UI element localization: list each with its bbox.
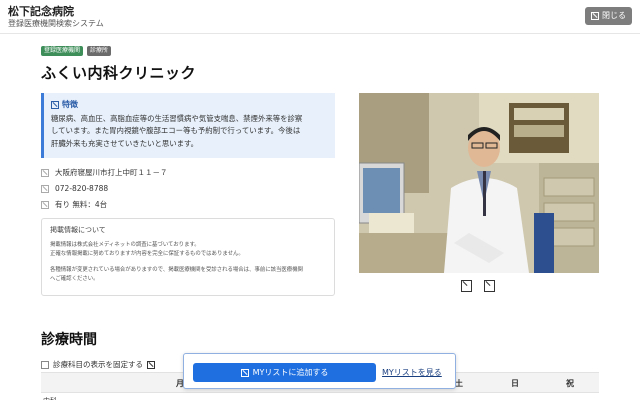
mylist-bar: MYリストに追加する MYリストを見る (183, 353, 456, 389)
notice-box: 掲載情報について 掲載情報は株式会社メディネットの調査に基づいております。 正確… (41, 218, 335, 296)
feature-box: 特徴 糖尿病、高血圧、高脂血症等の生活習慣病や気管支喘息、禁煙外来等を診察 して… (41, 93, 335, 158)
parking-icon (41, 200, 49, 209)
close-icon (591, 12, 599, 20)
system-name: 登録医療機関検索システム (8, 19, 104, 28)
photo-controls (461, 280, 495, 292)
add-icon (240, 368, 249, 377)
add-to-mylist-button[interactable]: MYリストに追加する (193, 363, 376, 382)
app-header: 松下記念病院 登録医療機関検索システム 閉じる (0, 0, 640, 34)
feature-line: 糖尿病、高血圧、高脂血症等の生活習慣病や気管支喘息、禁煙外来等を診察 (51, 114, 303, 123)
help-icon[interactable] (147, 360, 155, 369)
feature-icon (51, 100, 59, 109)
registered-badge: 登録医療機関 (41, 46, 84, 56)
close-label: 閉じる (602, 11, 626, 20)
feature-title: 特徴 (62, 100, 78, 109)
clinic-title: ふくい内科クリニック (41, 64, 197, 82)
clinic-type-badge: 診療所 (87, 46, 112, 56)
notice-line: へご確認ください。 (50, 275, 99, 282)
notice-line: 正確な情報掲載に努めておりますが内容を完全に保証するものではありません。 (50, 250, 244, 257)
address-row: 大阪府寝屋川市打上中町１１－７ (41, 167, 168, 178)
header-sun: 日 (511, 379, 519, 388)
notice-line: 各種情報が変更されている場合がありますので、掲載医療機関を受診される場合は、事前… (50, 267, 303, 273)
department-label: 内科 (43, 396, 57, 400)
header-sat: 土 (455, 379, 463, 388)
phone-icon (41, 184, 49, 193)
feature-line: 肝臓外来も充実させていきたいと思います。 (51, 138, 199, 148)
phone-text[interactable]: 072-820-8788 (55, 184, 108, 193)
badge-group: 登録医療機関 診療所 (41, 46, 112, 56)
address-text: 大阪府寝屋川市打上中町１１－７ (55, 168, 168, 177)
location-icon (41, 168, 49, 177)
next-photo-icon[interactable] (484, 280, 495, 292)
prev-photo-icon[interactable] (461, 280, 472, 292)
fix-columns-label: 診療科目の表示を固定する (53, 360, 143, 369)
view-mylist-link[interactable]: MYリストを見る (382, 367, 442, 378)
notice-line: 掲載情報は株式会社メディネットの調査に基づいております。 (50, 242, 200, 248)
hours-section-title: 診療時間 (41, 332, 97, 348)
hours-table-row: 内科 (41, 392, 599, 400)
feature-description: 糖尿病、高血圧、高脂血症等の生活習慣病や気管支喘息、禁煙外来等を診察 しています… (51, 113, 328, 150)
fix-columns-row[interactable]: 診療科目の表示を固定する (41, 359, 155, 370)
clinic-photo (359, 93, 599, 273)
close-button[interactable]: 閉じる (585, 7, 632, 25)
notice-spacer (50, 258, 326, 266)
feature-heading: 特徴 (51, 99, 328, 110)
fix-columns-checkbox[interactable] (41, 360, 49, 369)
parking-text: 有り 無料：4台 (55, 200, 108, 209)
doctor-photo-illustration (359, 93, 599, 273)
header-holiday: 祝 (566, 379, 574, 388)
add-to-mylist-label: MYリストに追加する (252, 368, 329, 377)
notice-title: 掲載情報について (50, 226, 106, 234)
hospital-name: 松下記念病院 (8, 5, 74, 18)
parking-row: 有り 無料：4台 (41, 199, 107, 210)
feature-line: しています。また胃内視鏡や腹部エコー等も予約制で行っています。今後は (51, 126, 301, 136)
phone-row: 072-820-8788 (41, 184, 108, 193)
